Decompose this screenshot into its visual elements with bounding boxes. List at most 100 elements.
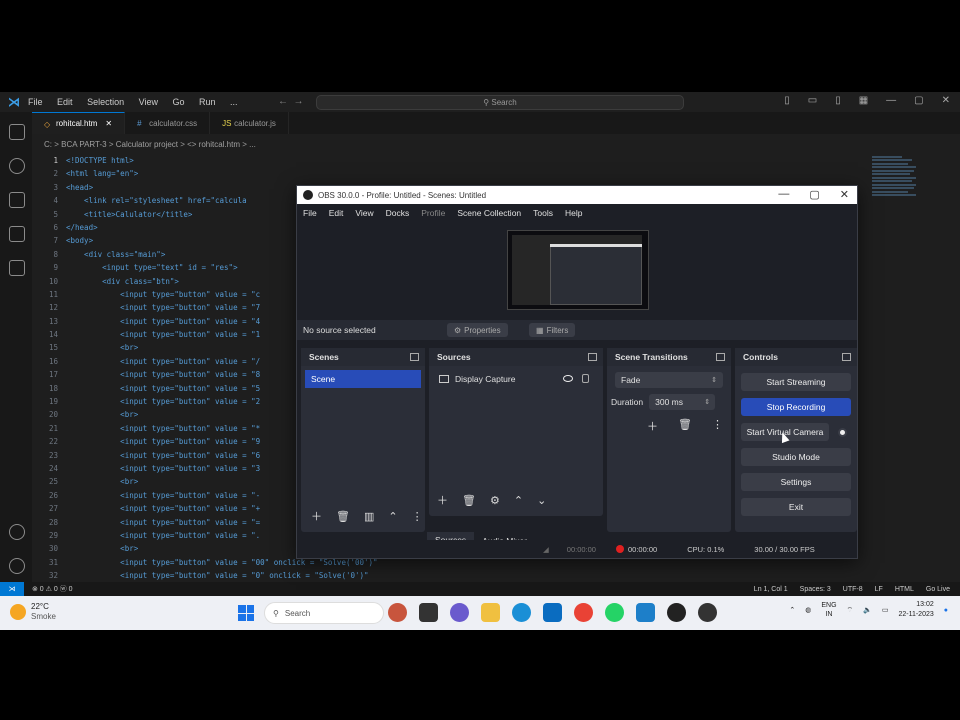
filter-icon[interactable]: ▥ xyxy=(364,510,374,523)
exit-button[interactable]: Exit xyxy=(741,498,851,516)
source-control-icon[interactable] xyxy=(9,192,25,208)
wifi-icon[interactable]: ⌔ xyxy=(847,606,854,615)
obs-menu-tools[interactable]: Tools xyxy=(533,208,553,218)
tab-close-icon[interactable]: ✕ xyxy=(105,119,112,128)
code-line[interactable]: 32 <input type="button" value = "0" oncl… xyxy=(32,569,892,582)
tab-calculator-css[interactable]: # calculator.css xyxy=(125,112,211,134)
whatsapp-icon[interactable] xyxy=(605,603,624,622)
account-icon[interactable] xyxy=(9,524,25,540)
move-up-icon[interactable]: ⌃ xyxy=(388,510,397,523)
app-icon-2[interactable] xyxy=(419,603,438,622)
language-mode[interactable]: HTML xyxy=(895,586,914,593)
obs-menu-file[interactable]: File xyxy=(303,208,317,218)
more-icon[interactable]: ⋮ xyxy=(712,418,723,434)
panel-icon[interactable]: ▭ xyxy=(808,95,817,106)
obs-maximize-icon[interactable]: ▢ xyxy=(809,188,819,201)
problems-status[interactable]: ⊗ 0 ⚠ 0 ⓦ 0 xyxy=(32,584,73,594)
trash-icon[interactable]: 🗑 xyxy=(462,494,476,507)
menu-file[interactable]: File xyxy=(28,97,43,107)
menu-go[interactable]: Go xyxy=(172,97,184,107)
gear-icon[interactable]: ⚙ xyxy=(490,494,500,507)
obs-menu-edit[interactable]: Edit xyxy=(329,208,344,218)
undock-icon[interactable] xyxy=(410,353,419,361)
nav-arrows[interactable]: ← → xyxy=(278,96,304,107)
remote-icon[interactable]: ⋊ xyxy=(0,582,24,596)
filters-button[interactable]: ▦ Filters xyxy=(529,323,576,337)
add-icon[interactable]: ＋ xyxy=(311,508,322,524)
app-icon-1[interactable] xyxy=(388,603,407,622)
volume-icon[interactable]: 🔈 xyxy=(863,606,872,614)
duration-input[interactable]: 300 ms ⇕ xyxy=(649,394,716,410)
close-icon[interactable]: ✕ xyxy=(942,95,950,106)
properties-button[interactable]: ⚙ Properties xyxy=(447,323,508,337)
store-icon[interactable] xyxy=(543,603,562,622)
eye-icon[interactable] xyxy=(563,375,573,382)
extensions-icon[interactable] xyxy=(9,260,25,276)
undock-icon[interactable] xyxy=(842,353,851,361)
menu-more[interactable]: ... xyxy=(230,97,238,107)
tab-rohitcal[interactable]: ◇ rohitcal.htm ✕ xyxy=(32,112,126,134)
indentation[interactable]: Spaces: 3 xyxy=(800,586,831,593)
go-live-button[interactable]: Go Live xyxy=(926,586,950,593)
cursor-position[interactable]: Ln 1, Col 1 xyxy=(754,586,788,593)
run-debug-icon[interactable] xyxy=(9,226,25,242)
more-icon[interactable]: ⋮ xyxy=(412,510,423,523)
menu-view[interactable]: View xyxy=(139,97,158,107)
virtual-camera-settings-icon[interactable] xyxy=(833,423,851,441)
language-indicator[interactable]: ENG IN xyxy=(821,601,836,619)
command-search[interactable]: ⚲ Search xyxy=(316,95,684,110)
clock[interactable]: 13:02 22-11-2023 xyxy=(898,600,933,620)
menu-edit[interactable]: Edit xyxy=(57,97,73,107)
breadcrumb[interactable]: C: > BCA PART-3 > Calculator project > <… xyxy=(44,140,256,149)
windows-start-icon[interactable] xyxy=(238,605,254,621)
transition-select[interactable]: Fade ⇕ xyxy=(615,372,723,388)
obs-menu-help[interactable]: Help xyxy=(565,208,582,218)
chat-icon[interactable] xyxy=(450,603,469,622)
chevron-up-icon[interactable]: ⌃ xyxy=(789,606,795,614)
split-icon[interactable]: ▯ xyxy=(835,95,841,106)
lock-icon[interactable] xyxy=(582,374,589,383)
preview-canvas[interactable] xyxy=(507,230,649,310)
spinner-icon[interactable]: ⇕ xyxy=(704,398,710,406)
scene-item[interactable]: Scene xyxy=(305,370,421,388)
obs-close-icon[interactable]: ✕ xyxy=(840,188,849,201)
undock-icon[interactable] xyxy=(716,353,725,361)
obs-icon[interactable] xyxy=(698,603,717,622)
obs-menu-docks[interactable]: Docks xyxy=(386,208,410,218)
code-line[interactable]: 2 <html lang="en"> xyxy=(32,167,892,180)
obs-menu-view[interactable]: View xyxy=(355,208,373,218)
layout-icon[interactable]: ▯ xyxy=(784,95,790,106)
vscode-icon[interactable] xyxy=(636,603,655,622)
minimize-icon[interactable]: — xyxy=(886,95,896,106)
obs-minimize-icon[interactable]: — xyxy=(778,188,789,201)
menu-selection[interactable]: Selection xyxy=(87,97,124,107)
minimap[interactable] xyxy=(872,154,920,214)
trash-icon[interactable]: 🗑 xyxy=(336,510,350,523)
add-icon[interactable]: ＋ xyxy=(437,492,448,508)
move-up-icon[interactable]: ⌃ xyxy=(514,494,523,507)
menu-run[interactable]: Run xyxy=(199,97,216,107)
trash-icon[interactable]: 🗑 xyxy=(678,418,692,434)
add-icon[interactable]: ＋ xyxy=(647,418,658,434)
file-explorer-icon[interactable] xyxy=(481,603,500,622)
manage-gear-icon[interactable] xyxy=(9,558,25,574)
notification-bell-icon[interactable]: ● xyxy=(944,607,948,614)
start-streaming-button[interactable]: Start Streaming xyxy=(741,373,851,391)
taskbar-search[interactable]: ⚲ Search xyxy=(264,602,384,624)
chrome-icon[interactable] xyxy=(574,603,593,622)
network-tray-icon[interactable]: ◍ xyxy=(805,606,811,614)
source-item[interactable]: Display Capture xyxy=(433,370,599,388)
maximize-icon[interactable]: ▢ xyxy=(914,95,923,106)
obs-menu-profile[interactable]: Profile xyxy=(421,208,445,218)
obs-menu-scene-collection[interactable]: Scene Collection xyxy=(457,208,521,218)
weather-widget[interactable]: 22°C Smoke xyxy=(10,602,56,622)
search-view-icon[interactable] xyxy=(9,158,25,174)
move-down-icon[interactable]: ⌄ xyxy=(537,494,546,507)
battery-icon[interactable]: ▭ xyxy=(882,606,889,614)
undock-icon[interactable] xyxy=(588,353,597,361)
media-player-icon[interactable] xyxy=(667,603,686,622)
line-ending[interactable]: LF xyxy=(875,586,883,593)
explorer-icon[interactable] xyxy=(9,124,25,140)
stop-recording-button[interactable]: Stop Recording xyxy=(741,398,851,416)
tab-calculator-js[interactable]: JS calculator.js xyxy=(210,112,289,134)
